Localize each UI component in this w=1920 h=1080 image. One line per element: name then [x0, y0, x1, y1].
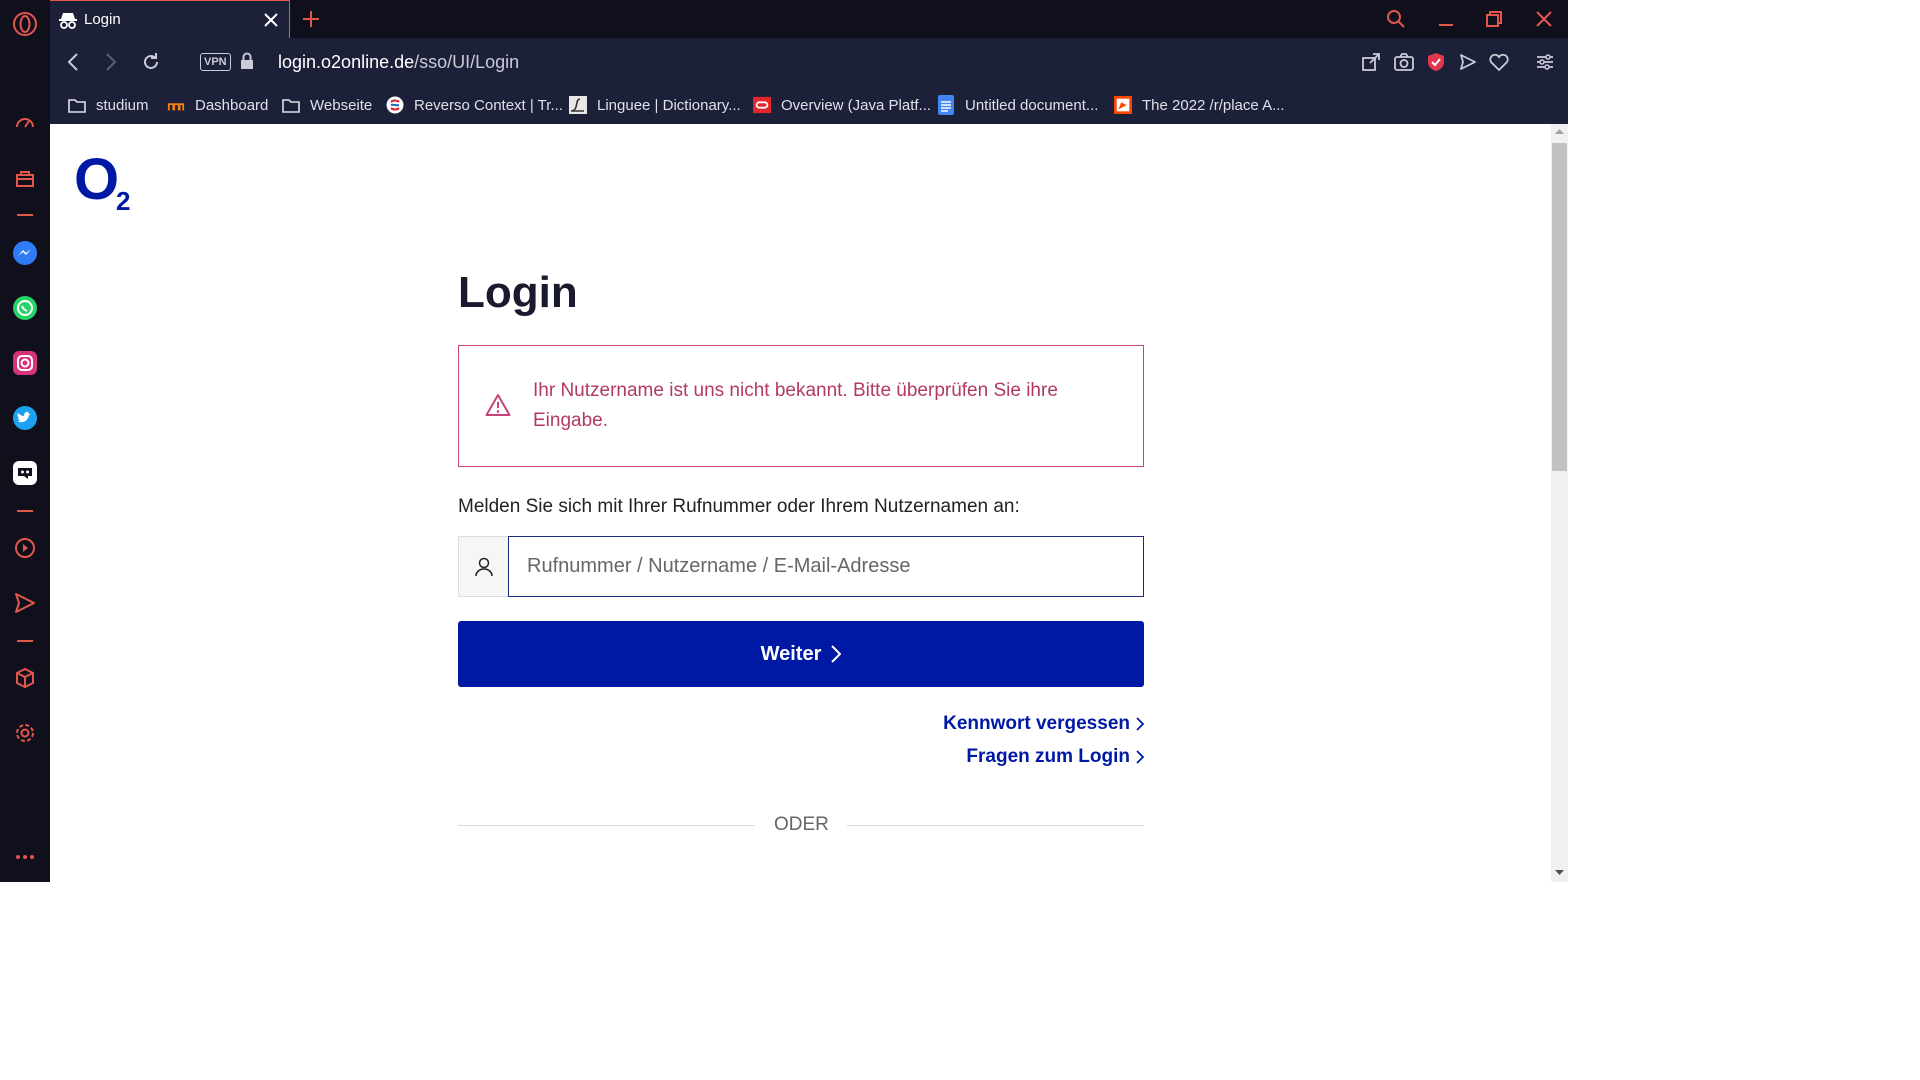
- forgot-password-label: Kennwort vergessen: [943, 713, 1130, 734]
- bookmark-reverso[interactable]: Reverso Context | Tr...: [386, 94, 563, 116]
- user-icon: [458, 536, 508, 597]
- weiter-button-label: Weiter: [760, 642, 822, 665]
- heart-bookmark-icon[interactable]: [1488, 51, 1510, 73]
- tab-title: Login: [84, 11, 121, 28]
- address-toolbar: VPN login.o2online.de/sso/UI/Login: [50, 38, 1568, 86]
- incognito-icon: [58, 11, 78, 29]
- new-tab-plus-icon[interactable]: [300, 8, 322, 30]
- sidebar-separator: [17, 510, 33, 512]
- divider-line: [458, 825, 755, 826]
- bookmark-webseite[interactable]: Webseite: [282, 94, 372, 116]
- chevron-right-icon: [1136, 750, 1144, 764]
- warning-triangle-icon: [485, 393, 511, 422]
- bookmark-label: studium: [96, 96, 149, 114]
- back-arrow-icon[interactable]: [61, 50, 85, 74]
- bookmark-label: The 2022 /r/place A...: [1142, 96, 1285, 114]
- player-icon[interactable]: [9, 532, 41, 564]
- whatsapp-icon[interactable]: [9, 292, 41, 324]
- ad-blocker-shield-icon[interactable]: [1425, 51, 1447, 73]
- bookmark-untitled-document[interactable]: Untitled document...: [937, 94, 1098, 116]
- restore-window-icon[interactable]: [1482, 8, 1506, 30]
- sidebar-separator: [17, 640, 33, 642]
- forward-arrow-icon[interactable]: [99, 50, 123, 74]
- opera-menu-icon[interactable]: [9, 8, 41, 40]
- bookmark-studium[interactable]: studium: [68, 94, 149, 116]
- messenger-icon[interactable]: [9, 237, 41, 269]
- folder-icon: [282, 96, 300, 114]
- easy-setup-icon[interactable]: [1534, 51, 1556, 73]
- chevron-right-icon: [1136, 717, 1144, 731]
- bookmark-label: Linguee | Dictionary...: [597, 96, 741, 114]
- lock-icon[interactable]: [240, 52, 254, 75]
- minimize-icon[interactable]: [1434, 8, 1458, 30]
- page-title: Login: [458, 268, 578, 317]
- bookmark-label: Webseite: [310, 96, 373, 114]
- moodle-icon: [167, 96, 185, 114]
- browser-sidebar: [0, 0, 50, 882]
- bookmarks-bar: studium Dashboard Webseite Reverso Conte…: [50, 86, 1568, 124]
- or-divider-label: ODER: [774, 814, 829, 835]
- username-input[interactable]: [508, 536, 1144, 597]
- shop-icon[interactable]: [9, 162, 41, 194]
- scrollbar-thumb[interactable]: [1552, 143, 1567, 471]
- instagram-icon[interactable]: [9, 347, 41, 379]
- address-bar[interactable]: login.o2online.de/sso/UI/Login: [278, 50, 519, 74]
- url-host: login.o2online.de: [278, 52, 415, 72]
- logo-letter: O: [74, 147, 119, 212]
- settings-gear-icon[interactable]: [9, 717, 41, 749]
- web-page: O 2 Login Ihr Nutzername ist uns nicht b…: [50, 124, 1551, 882]
- weiter-button[interactable]: Weiter: [458, 621, 1144, 687]
- bookmark-java-overview[interactable]: Overview (Java Platf...: [753, 94, 931, 116]
- bookmark-linguee[interactable]: Linguee | Dictionary...: [569, 94, 741, 116]
- scroll-up-arrow-icon[interactable]: [1555, 128, 1564, 134]
- sidebar-separator: [17, 214, 33, 216]
- bookmark-label: Untitled document...: [965, 96, 1099, 114]
- bookmark-label: Overview (Java Platf...: [781, 96, 932, 114]
- folder-icon: [68, 96, 86, 114]
- close-window-icon[interactable]: [1532, 8, 1556, 30]
- twitter-icon[interactable]: [9, 402, 41, 434]
- oracle-icon: [753, 96, 771, 114]
- login-help-label: Fragen zum Login: [966, 746, 1130, 767]
- forgot-password-link[interactable]: Kennwort vergessen: [943, 713, 1144, 735]
- linguee-icon: [569, 96, 587, 114]
- bookmark-label: Reverso Context | Tr...: [414, 96, 563, 114]
- share-icon[interactable]: [1360, 51, 1382, 73]
- scroll-down-arrow-icon[interactable]: [1555, 870, 1564, 876]
- vpn-badge[interactable]: VPN: [200, 53, 231, 71]
- bookmark-r-place[interactable]: The 2022 /r/place A...: [1114, 94, 1285, 116]
- login-prompt: Melden Sie sich mit Ihrer Rufnummer oder…: [458, 496, 1020, 517]
- error-message: Ihr Nutzername ist uns nicht bekannt. Bi…: [533, 380, 1058, 431]
- more-options-icon[interactable]: [9, 841, 41, 873]
- reddit-place-icon: [1114, 96, 1132, 114]
- tab-bar: Login: [50, 0, 1568, 38]
- camera-snapshot-icon[interactable]: [1393, 51, 1415, 73]
- error-alert: Ihr Nutzername ist uns nicht bekannt. Bi…: [458, 345, 1144, 467]
- divider-line: [847, 825, 1144, 826]
- tab-login[interactable]: Login: [50, 0, 290, 38]
- bookmark-dashboard[interactable]: Dashboard: [167, 94, 268, 116]
- reload-icon[interactable]: [139, 50, 163, 74]
- logo-subscript: 2: [116, 186, 131, 216]
- google-docs-icon: [937, 95, 955, 115]
- discord-icon[interactable]: [9, 457, 41, 489]
- chevron-right-icon: [831, 645, 842, 663]
- o2-logo[interactable]: O 2: [74, 147, 130, 217]
- flow-send-icon[interactable]: [1457, 51, 1479, 73]
- extensions-icon[interactable]: [9, 662, 41, 694]
- reverso-icon: [386, 96, 404, 114]
- speed-dial-icon[interactable]: [9, 107, 41, 139]
- username-field-group: [458, 536, 1144, 597]
- login-help-link[interactable]: Fragen zum Login: [966, 746, 1144, 768]
- url-path: /sso/UI/Login: [414, 52, 520, 72]
- search-tabs-icon[interactable]: [1384, 8, 1408, 30]
- bookmark-label: Dashboard: [195, 96, 269, 114]
- close-tab-icon[interactable]: [261, 10, 281, 30]
- send-icon[interactable]: [9, 587, 41, 619]
